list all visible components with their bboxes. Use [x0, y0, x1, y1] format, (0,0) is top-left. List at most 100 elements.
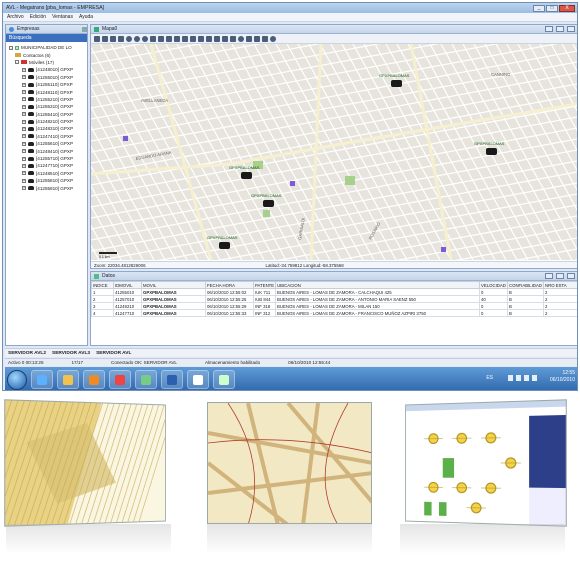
tree-vehicle-item[interactable]: + [41255010] GPXP	[9, 74, 87, 81]
tree-vehicle-item[interactable]: + [41255410] GPXP	[9, 111, 87, 118]
print-icon[interactable]	[118, 35, 124, 42]
expand-icon[interactable]: +	[22, 186, 26, 191]
table-row[interactable]: 4 41247710 GPXPBALOMAS 06/10/2010 12:55:33 I…	[91, 309, 577, 317]
poi-marker-icon[interactable]	[441, 247, 446, 252]
tree-vehicle-item[interactable]: + [41255210] GPXP	[9, 96, 87, 103]
column-header[interactable]: IDMOVIL	[113, 281, 142, 289]
minimize-button[interactable]: _	[533, 4, 545, 12]
column-header[interactable]: UBICACION	[275, 281, 480, 289]
taskbar-app[interactable]	[135, 370, 157, 389]
expand-icon[interactable]: +	[22, 149, 26, 154]
search-bar[interactable]: Búsqueda	[6, 34, 87, 42]
expand-icon[interactable]: +	[22, 178, 26, 183]
tree-vehicle-item[interactable]: + [41255610] GPXP	[9, 140, 87, 147]
street-map[interactable]: EDUARDO ARANA AVELLANEDA CANNING ROSARIO…	[91, 44, 577, 260]
tree-vehicle-item[interactable]: + [41247710] GPXP	[9, 162, 87, 169]
taskbar-ie[interactable]	[31, 370, 53, 389]
table-row[interactable]: 3 41249210 GPXPBALOMAS 06/10/2010 12:55:29 I…	[91, 302, 577, 310]
refresh-icon[interactable]	[158, 35, 164, 42]
map-close-button[interactable]	[567, 26, 575, 32]
circle-icon[interactable]	[238, 35, 244, 42]
check-icon[interactable]	[15, 45, 19, 50]
poi-marker-icon[interactable]	[123, 136, 128, 141]
settings-icon[interactable]	[262, 35, 268, 42]
tree-vehicle-item[interactable]: + [41248510] GPXP	[9, 170, 87, 177]
close-button[interactable]: X	[559, 4, 575, 12]
flag-icon[interactable]	[246, 35, 252, 42]
expand-icon[interactable]: +	[22, 75, 26, 80]
tree-vehicle-item[interactable]: + [41248310] GPXP	[9, 125, 87, 132]
column-header[interactable]: CONFIABILIDAD	[507, 281, 544, 289]
map-minimize-button[interactable]	[545, 26, 553, 32]
collapse-icon[interactable]: -	[9, 45, 13, 50]
pin-icon[interactable]	[82, 26, 87, 32]
taskbar-paint[interactable]	[213, 370, 235, 389]
server-tab[interactable]: SERVIDOR AVL	[96, 351, 131, 356]
datos-minimize-button[interactable]	[545, 273, 553, 279]
zoom-extent-icon[interactable]	[142, 35, 148, 42]
tray-icon[interactable]	[508, 375, 513, 381]
system-tray[interactable]	[508, 375, 537, 381]
menu-ayuda[interactable]: Ayuda	[79, 14, 93, 20]
tree-vehicle-item[interactable]: + [41248010] GPXP	[9, 66, 87, 73]
expand-icon[interactable]: +	[22, 82, 26, 87]
collapse-icon[interactable]: -	[15, 60, 19, 65]
expand-icon[interactable]: +	[22, 156, 26, 161]
column-header[interactable]: INDICE	[91, 281, 114, 289]
menu-ventanas[interactable]: Ventanas	[52, 14, 73, 20]
polygon-icon[interactable]	[230, 35, 236, 42]
datos-close-button[interactable]	[567, 273, 575, 279]
vehicle-icon[interactable]	[174, 35, 180, 42]
tree-vehicle-item[interactable]: + [41248110] GPXP	[9, 88, 87, 95]
tree-vehicle-item[interactable]: + [41248410] GPXP	[9, 147, 87, 154]
taskbar-media[interactable]	[83, 370, 105, 389]
tray-icon[interactable]	[516, 375, 521, 381]
column-header[interactable]: VELOCIDAD	[479, 281, 508, 289]
datos-maximize-button[interactable]	[556, 273, 564, 279]
expand-icon[interactable]: +	[22, 134, 26, 139]
taskbar-app[interactable]	[109, 370, 131, 389]
table-icon[interactable]	[198, 35, 204, 42]
server-tab[interactable]: SERVIDOR AVL3	[52, 351, 90, 356]
clock[interactable]: 12:55 06/10/2010	[550, 370, 575, 384]
route-icon[interactable]	[214, 35, 220, 42]
start-button[interactable]	[7, 369, 27, 390]
map-canvas[interactable]: EDUARDO ARANA AVELLANEDA CANNING ROSARIO…	[91, 44, 577, 260]
save-icon[interactable]	[110, 35, 116, 42]
menu-edicion[interactable]: Edición	[30, 14, 46, 20]
pointer-icon[interactable]	[206, 35, 212, 42]
tree-contactos[interactable]: Contactos (6)	[9, 51, 87, 58]
tree-vehicle-item[interactable]: + [41255710] GPXP	[9, 155, 87, 162]
tree-vehicle-item[interactable]: + [41255810] GPXP	[9, 177, 87, 184]
map-maximize-button[interactable]	[556, 26, 564, 32]
expand-icon[interactable]: +	[22, 141, 26, 146]
maximize-button[interactable]: □	[546, 4, 558, 12]
info-icon[interactable]	[166, 35, 172, 42]
tree-vehicle-item[interactable]: + [41255910] GPXP	[9, 184, 87, 191]
table-row[interactable]: 1 41255010 GPXPBALOMAS 06/10/2010 12:55:02 I…	[91, 288, 577, 296]
column-header[interactable]: NRO ESTA	[543, 281, 577, 289]
expand-icon[interactable]: +	[22, 67, 26, 72]
pan-icon[interactable]	[150, 35, 156, 42]
grid-tool-icon[interactable]	[102, 35, 108, 42]
poi-icon[interactable]	[222, 35, 228, 42]
expand-icon[interactable]: +	[22, 112, 26, 117]
column-header[interactable]: PATENTE	[253, 281, 276, 289]
menu-archivo[interactable]: Archivo	[7, 14, 24, 20]
tree-vehicle-item[interactable]: + [41247410] GPXP	[9, 133, 87, 140]
poi-marker-icon[interactable]	[290, 181, 295, 186]
expand-icon[interactable]: +	[22, 171, 26, 176]
tree-vehicle-item[interactable]: + [41255110] GPXP	[9, 81, 87, 88]
language-indicator[interactable]: ES	[486, 375, 493, 381]
table-row[interactable]: 2 41257010 GPXPBALOMAS 06/10/2010 12:55:25 I…	[91, 295, 577, 303]
export-icon[interactable]	[254, 35, 260, 42]
expand-icon[interactable]: +	[22, 104, 26, 109]
network-icon[interactable]	[532, 375, 537, 381]
expand-icon[interactable]: +	[22, 119, 26, 124]
taskbar-explorer[interactable]	[57, 370, 79, 389]
tree-vehicle-item[interactable]: + [41255310] GPXP	[9, 103, 87, 110]
search-icon[interactable]	[270, 35, 276, 42]
server-tab[interactable]: SERVIDOR AVL2	[8, 351, 46, 356]
zoom-out-icon[interactable]	[134, 35, 140, 42]
expand-icon[interactable]: +	[22, 90, 26, 95]
